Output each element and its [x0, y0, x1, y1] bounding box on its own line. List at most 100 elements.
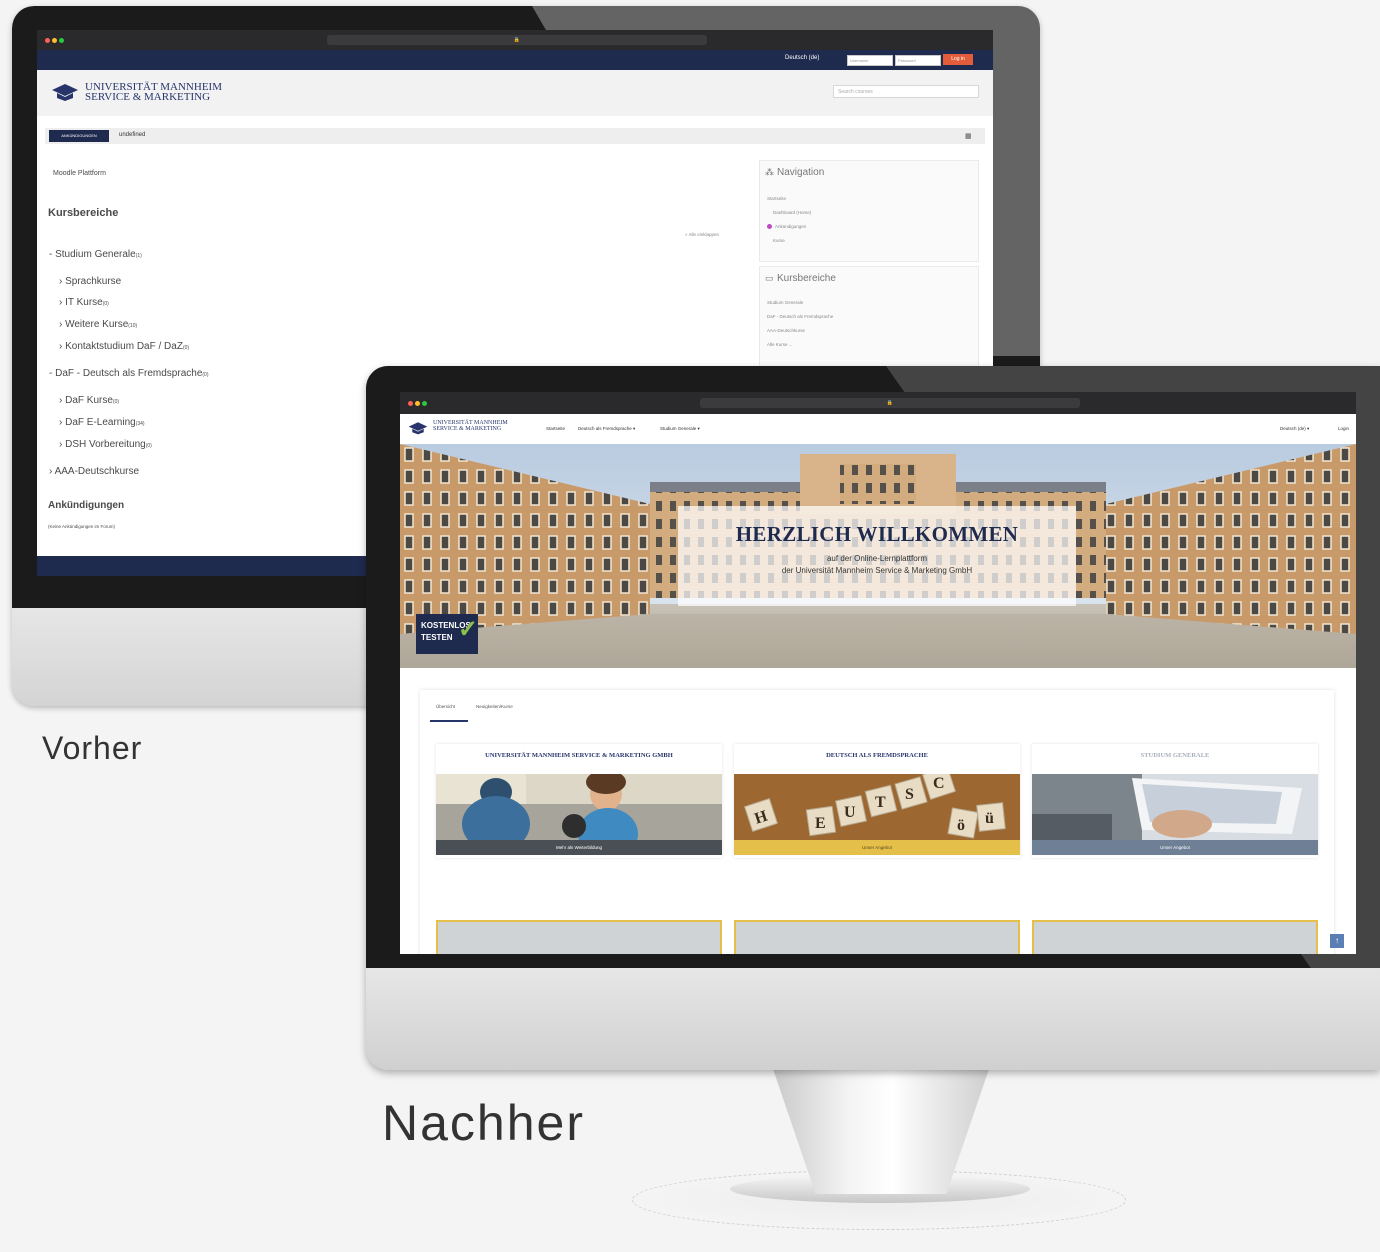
category-label: Weitere Kurse: [65, 319, 129, 330]
nav-item[interactable]: Kurse: [773, 238, 785, 243]
caption-before: Vorher: [42, 730, 143, 766]
navigation-title: Navigation: [777, 167, 825, 178]
welcome-line-2: der Universität Mannheim Service & Marke…: [781, 566, 973, 575]
page-heading: Kursbereiche: [48, 207, 119, 219]
maximize-window-icon[interactable]: [422, 401, 427, 406]
category-label: Sprachkurse: [65, 276, 122, 287]
card-button[interactable]: Unser Angebot: [1032, 840, 1318, 855]
course-card-daf[interactable]: DEUTSCH ALS FREMDSPRACHE H E U T S C ö ü…: [734, 744, 1020, 858]
browser-toolbar: 🔒: [37, 30, 993, 50]
free-trial-badge[interactable]: KOSTENLOS TESTEN ✓: [416, 614, 478, 654]
course-card[interactable]: [436, 920, 722, 954]
category-item[interactable]: › Sprachkurse: [59, 271, 121, 289]
breadcrumb-text: undefined: [119, 132, 146, 138]
grid-menu-icon[interactable]: ▦: [965, 132, 972, 140]
category-count: (0): [202, 372, 209, 378]
search-courses-input[interactable]: Search courses: [833, 85, 979, 98]
category-count: (0): [102, 301, 109, 307]
active-indicator-icon: [767, 224, 772, 229]
category-count: (10): [128, 323, 138, 329]
category-item[interactable]: › IT Kurse(0): [59, 292, 109, 310]
maximize-window-icon[interactable]: [59, 38, 64, 43]
browser-toolbar: 🔒: [400, 392, 1356, 414]
password-field[interactable]: Password: [895, 55, 941, 66]
course-card[interactable]: [734, 920, 1020, 954]
login-button[interactable]: Log in: [943, 54, 973, 65]
course-card-studium-generale[interactable]: STUDIUM GENERALE Unser Angebot: [1032, 744, 1318, 858]
sidebar-category-item[interactable]: AAA-Deutschkurse: [767, 328, 805, 333]
svg-text:U: U: [844, 804, 856, 821]
check-icon: ✓: [458, 616, 479, 643]
navigation-icon: ⁂: [765, 167, 774, 177]
mortarboard-logo-icon: [52, 84, 78, 101]
category-item[interactable]: › Kontaktstudium DaF / DaZ(0): [59, 336, 189, 354]
category-label: DSH Vorbereitung: [65, 439, 146, 450]
address-bar[interactable]: 🔒: [700, 398, 1080, 408]
category-label: DaF - Deutsch als Fremdsprache: [55, 368, 203, 379]
active-tab-underline: [430, 720, 468, 722]
breadcrumb: [45, 128, 985, 144]
language-selector[interactable]: Deutsch (de): [785, 55, 819, 61]
caption-after: Nachher: [382, 1095, 585, 1151]
scroll-to-top-button[interactable]: ↑: [1330, 934, 1344, 948]
site-logo-text[interactable]: UNIVERSITÄT MANNHEIM SERVICE & MARKETING: [85, 82, 222, 103]
sidebar-category-item[interactable]: Studium Generale: [767, 300, 803, 305]
nav-item[interactable]: Dashboard (Home): [773, 210, 811, 215]
category-count: (0): [182, 345, 190, 351]
announcements-heading: Ankündigungen: [48, 500, 125, 511]
desktop-icon: ▭: [765, 273, 774, 283]
svg-text:ü: ü: [985, 810, 994, 827]
category-item[interactable]: › DSH Vorbereitung(0): [59, 434, 152, 452]
nav-item[interactable]: Ankündigungen: [775, 224, 806, 229]
minimize-window-icon[interactable]: [415, 401, 420, 406]
category-item[interactable]: › Weitere Kurse(10): [59, 314, 137, 332]
category-label: AAA-Deutschkurse: [54, 466, 140, 477]
menu-studium-generale[interactable]: Studium Generale ▾: [660, 426, 700, 432]
category-item[interactable]: › DaF E-Learning(34): [59, 412, 145, 430]
collapse-all-link[interactable]: » Alle einklappen: [685, 232, 719, 237]
category-item[interactable]: - Studium Generale(1): [49, 244, 142, 262]
minimize-window-icon[interactable]: [52, 38, 57, 43]
site-logo-text[interactable]: UNIVERSITÄT MANNHEIM SERVICE & MARKETING: [433, 420, 508, 432]
close-window-icon[interactable]: [45, 38, 50, 43]
svg-text:T: T: [875, 794, 886, 811]
sidebar-category-item[interactable]: Alle Kurse ...: [767, 342, 793, 347]
welcome-title: HERZLICH WILLKOMMEN: [735, 522, 1019, 546]
menu-daf[interactable]: Deutsch als Fremdsprache ▾: [578, 426, 635, 432]
card-title: DEUTSCH ALS FREMDSPRACHE: [826, 752, 928, 759]
course-card[interactable]: [1032, 920, 1318, 954]
category-item[interactable]: › DaF Kurse(0): [59, 390, 119, 408]
sidebar-category-item[interactable]: DaF - Deutsch als Fremdsprache: [767, 314, 833, 319]
login-link[interactable]: Login: [1338, 426, 1349, 431]
language-selector[interactable]: Deutsch (de) ▾: [1280, 426, 1309, 432]
address-bar[interactable]: 🔒: [327, 35, 707, 45]
logo-line-2: SERVICE & MARKETING: [85, 91, 211, 103]
course-card-usm[interactable]: UNIVERSITÄT MANNHEIM SERVICE & MARKETING…: [436, 744, 722, 858]
nav-item[interactable]: Startseite: [767, 196, 786, 201]
letter-dice-photo: H E U T S C ö ü: [734, 774, 1020, 840]
category-count: (0): [112, 399, 120, 405]
welcome-line-1: auf der Online-Lernplattform: [826, 554, 928, 563]
announcements-text: (Keine Ankündigungen im Forum): [48, 524, 116, 529]
site-navbar: [400, 414, 1356, 445]
close-window-icon[interactable]: [408, 401, 413, 406]
category-item[interactable]: - DaF - Deutsch als Fremdsprache(0): [49, 363, 209, 381]
svg-text:C: C: [933, 775, 945, 792]
monitor-chin: [366, 968, 1380, 1070]
svg-text:S: S: [905, 786, 914, 803]
category-count: (34): [135, 421, 145, 427]
announcements-button[interactable]: ANKÜNDIGUNGEN: [49, 130, 109, 142]
tab-news-courses[interactable]: Neuigkeiten/Kurse: [476, 704, 513, 709]
svg-text:E: E: [815, 815, 826, 832]
username-field[interactable]: Username: [847, 55, 893, 66]
category-count: (1): [135, 253, 142, 259]
card-title: UNIVERSITÄT MANNHEIM SERVICE & MARKETING…: [485, 752, 673, 759]
category-count: (0): [145, 443, 152, 449]
category-item[interactable]: › AAA-Deutschkurse: [49, 461, 139, 479]
category-label: DaF Kurse: [65, 395, 113, 406]
card-button[interactable]: Mehr als Weiterbildung: [436, 840, 722, 855]
menu-home[interactable]: Startseite: [546, 426, 565, 431]
tab-overview[interactable]: Übersicht: [436, 704, 455, 709]
site-name: Moodle Plattform: [53, 170, 106, 177]
card-button[interactable]: Unser Angebot: [734, 840, 1020, 855]
